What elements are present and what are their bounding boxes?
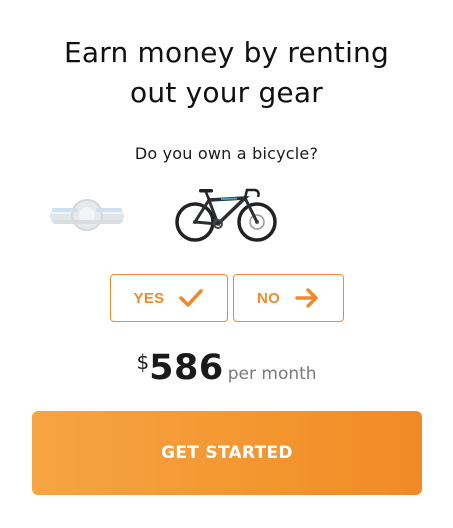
gear-image-row xyxy=(0,180,453,250)
page-title-line-2: out your gear xyxy=(130,76,323,109)
get-started-button[interactable]: GET STARTED xyxy=(32,411,422,495)
yes-button[interactable]: YES xyxy=(110,274,228,322)
page-title-line-1: Earn money by renting xyxy=(64,36,389,69)
no-button[interactable]: NO xyxy=(233,274,344,322)
monthly-earnings: $586 per month xyxy=(0,348,453,388)
rental-prompt-card: Earn money by renting out your gear Do y… xyxy=(0,0,453,528)
earnings-period: per month xyxy=(227,364,317,384)
onewheel-board-icon[interactable] xyxy=(48,188,126,240)
gear-question: Do you own a bicycle? xyxy=(134,144,319,163)
get-started-label: GET STARTED xyxy=(161,443,293,463)
earnings-amount: 586 xyxy=(149,348,224,388)
bicycle-icon[interactable] xyxy=(173,186,279,244)
arrow-right-icon xyxy=(295,288,318,308)
currency-symbol: $ xyxy=(136,350,150,374)
no-button-label: NO xyxy=(256,289,281,307)
checkmark-icon xyxy=(179,289,204,307)
page-title: Earn money by renting out your gear xyxy=(0,33,453,113)
yes-button-label: YES xyxy=(133,289,165,307)
